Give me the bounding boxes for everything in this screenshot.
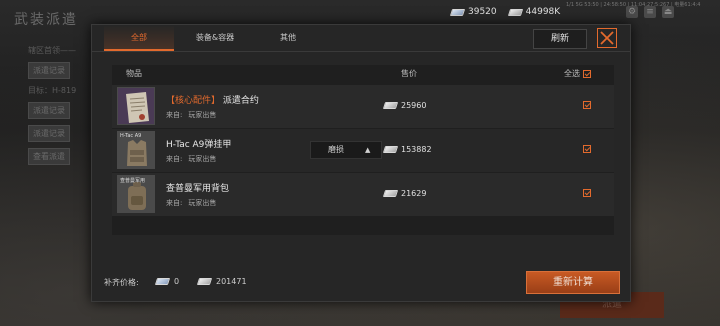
chevron-up-icon: ▲ (365, 146, 371, 154)
item-price: 21629 (382, 189, 427, 198)
tab-all[interactable]: 全部 (104, 25, 174, 51)
item-name-text: 查普曼军用背包 (166, 184, 230, 194)
top-up-white: 201471 (196, 277, 247, 286)
column-item: 物品 (126, 69, 142, 78)
list-item[interactable]: H-Tac A9 H-Tac A9弹挂甲 来自: 玩家出售 磨损 ▲ 153882 (112, 129, 614, 172)
currency-blue-value: 39520 (468, 7, 497, 17)
list-item[interactable]: 【核心配件】 派遣合约 来自: 玩家出售 25960 (112, 85, 614, 128)
close-icon (600, 31, 614, 45)
item-name: 【核心配件】 派遣合约 (166, 93, 259, 106)
price-value: 21629 (401, 189, 427, 198)
column-price: 售价 (401, 69, 417, 78)
thumb-tag: H-Tac A9 (120, 133, 142, 139)
bill-blue-icon (449, 8, 466, 16)
item-name: 查普曼军用背包 (166, 181, 229, 194)
bill-white-icon (382, 102, 399, 109)
select-all-label: 全选 (564, 69, 580, 78)
trade-dialog: 全部 装备&容器 其他 刷新 物品 售价 全选 【核心配件】 派遣合约 来自: … (91, 24, 631, 302)
menu-icon[interactable]: ≡ (644, 6, 656, 18)
item-name: H-Tac A9弹挂甲 (166, 137, 231, 150)
currency-bar: 39520 44998K (449, 7, 561, 17)
item-thumbnail-contract (117, 87, 155, 125)
list-item[interactable]: 查普曼军用 查普曼军用背包 来自: 玩家出售 21629 (112, 173, 614, 216)
thumb-tag: 查普曼军用 (120, 178, 146, 184)
top-up-label: 补齐价格: (104, 278, 139, 287)
currency-white: 44998K (507, 7, 561, 17)
top-up-blue: 0 (154, 277, 180, 286)
dialog-footer: 补齐价格: 0 201471 重新计算 (92, 260, 630, 301)
bg-line: 派遣记录 (28, 62, 70, 79)
bill-white-icon (196, 278, 213, 285)
top-icons: ⚙ ≡ ⏏ (626, 6, 674, 18)
item-checkbox[interactable] (583, 145, 591, 153)
settings-icon[interactable]: ⚙ (626, 6, 638, 18)
item-checkbox[interactable] (583, 189, 591, 197)
item-price: 153882 (382, 145, 432, 154)
list-header: 物品 售价 全选 (112, 65, 614, 81)
item-checkbox[interactable] (583, 101, 591, 109)
contract-icon (118, 88, 154, 124)
bill-white-icon (382, 146, 399, 153)
close-button[interactable] (597, 28, 617, 48)
source-label: 来自: (166, 155, 183, 163)
tab-bar: 全部 装备&容器 其他 刷新 (92, 25, 630, 52)
bg-line: 查看派遣 (28, 148, 70, 165)
item-thumbnail-armor: H-Tac A9 (117, 131, 155, 169)
currency-white-value: 44998K (525, 7, 561, 17)
bg-line: 派遣记录 (28, 125, 70, 142)
item-name-text: H-Tac A9弹挂甲 (166, 140, 232, 150)
background-title: 武装派遣 (14, 12, 78, 28)
price-value: 153882 (401, 145, 432, 154)
wear-dropdown[interactable]: 磨损 ▲ (310, 141, 382, 159)
item-source: 来自: 玩家出售 (166, 198, 216, 208)
bill-blue-icon (154, 278, 171, 285)
item-price: 25960 (382, 101, 427, 110)
price-value: 25960 (401, 101, 427, 110)
recalculate-button[interactable]: 重新计算 (526, 271, 620, 294)
item-name-text: 派遣合约 (222, 96, 259, 106)
select-all[interactable]: 全选 (564, 68, 591, 79)
source-value: 玩家出售 (188, 111, 217, 119)
bill-white-icon (507, 8, 523, 16)
wear-label: 磨损 (328, 145, 344, 154)
item-source: 来自: 玩家出售 (166, 110, 216, 120)
source-value: 玩家出售 (188, 199, 217, 207)
top-up-blue-value: 0 (174, 277, 180, 286)
select-all-checkbox[interactable] (582, 69, 591, 78)
refresh-button[interactable]: 刷新 (533, 29, 587, 49)
top-up-white-value: 201471 (216, 277, 247, 286)
source-label: 来自: (166, 199, 183, 207)
item-thumbnail-backpack: 查普曼军用 (117, 175, 155, 213)
source-label: 来自: (166, 111, 183, 119)
source-value: 玩家出售 (188, 155, 217, 163)
exit-icon[interactable]: ⏏ (662, 6, 674, 18)
item-source: 来自: 玩家出售 (166, 154, 216, 164)
item-list: 物品 售价 全选 【核心配件】 派遣合约 来自: 玩家出售 25960 H-Ta… (112, 65, 614, 235)
currency-blue: 39520 (449, 7, 497, 17)
tab-equipment[interactable]: 装备&容器 (182, 25, 248, 51)
tab-other[interactable]: 其他 (257, 25, 319, 51)
core-tag: 【核心配件】 (166, 96, 221, 106)
bg-line: 派遣记录 (28, 102, 70, 119)
bill-white-icon (382, 190, 399, 197)
